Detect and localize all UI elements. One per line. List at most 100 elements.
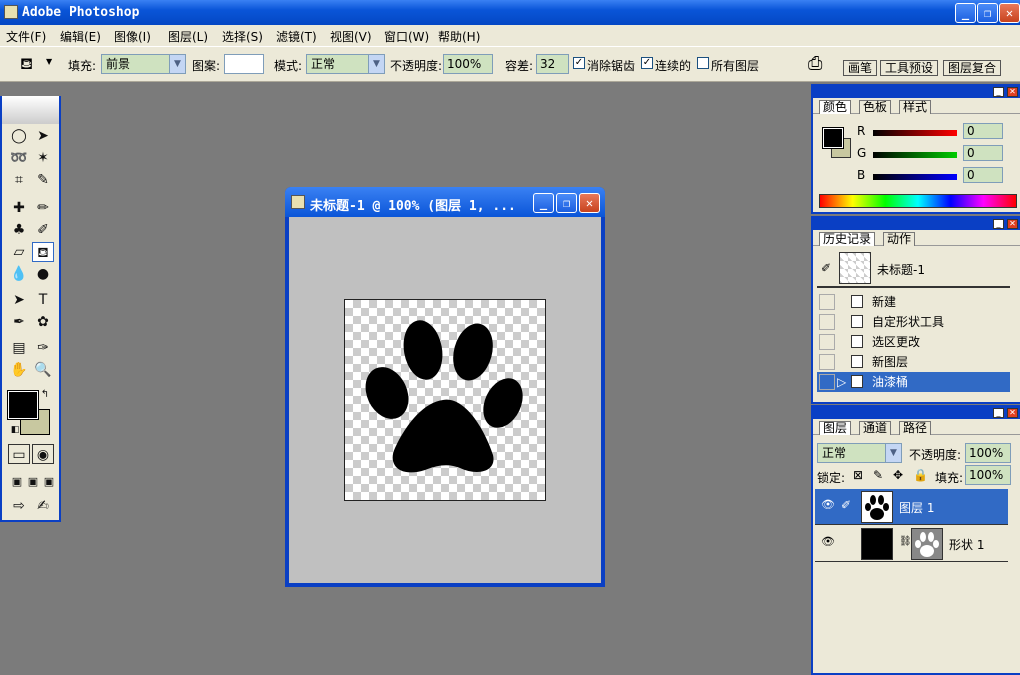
move-tool-icon[interactable]: ➤ bbox=[32, 126, 54, 146]
color-fg-swatch[interactable] bbox=[822, 127, 844, 149]
well-tab-tool-presets[interactable]: 工具预设 bbox=[880, 60, 939, 76]
menu-view[interactable]: 视图(V) bbox=[330, 28, 372, 45]
feather-logo[interactable] bbox=[2, 96, 59, 124]
doc-close-button[interactable]: ✕ bbox=[579, 193, 600, 213]
menu-help[interactable]: 帮助(H) bbox=[438, 28, 480, 45]
marquee-tool-icon[interactable]: ◯ bbox=[8, 126, 30, 146]
paint-bucket-icon[interactable]: ⛾ bbox=[20, 54, 33, 75]
healing-brush-icon[interactable]: ✚ bbox=[8, 198, 30, 218]
pattern-picker[interactable] bbox=[224, 54, 264, 74]
edit-icon[interactable]: ✍ bbox=[32, 496, 54, 516]
minimize-button[interactable]: _ bbox=[955, 3, 976, 23]
type-tool-icon[interactable]: T bbox=[32, 290, 54, 310]
visibility-eye-icon[interactable]: 👁 bbox=[821, 536, 835, 547]
custom-shape-icon[interactable]: ✿ bbox=[32, 312, 54, 332]
eraser-tool-icon[interactable]: ▱ bbox=[8, 242, 30, 262]
tab-actions[interactable]: 动作 bbox=[883, 232, 916, 246]
screen-mode-3-icon[interactable]: ▣ bbox=[38, 472, 60, 492]
tab-paths[interactable]: 路径 bbox=[899, 421, 932, 435]
fill-select[interactable]: 前景 ▼ bbox=[101, 54, 186, 74]
close-button[interactable]: ✕ bbox=[999, 3, 1020, 23]
zoom-tool-icon[interactable]: 🔍 bbox=[32, 360, 54, 380]
lock-all-icon[interactable]: 🔒 bbox=[913, 468, 928, 482]
image-canvas[interactable] bbox=[344, 299, 546, 501]
color-spectrum-bar[interactable] bbox=[819, 194, 1017, 208]
layer-row[interactable]: 👁 ⛓ 形状 1 bbox=[815, 526, 1008, 562]
pen-tool-icon[interactable]: ✒ bbox=[8, 312, 30, 332]
swap-colors-icon[interactable]: ↰ bbox=[34, 385, 56, 405]
channel-g-slider[interactable] bbox=[873, 152, 957, 158]
menu-image[interactable]: 图像(I) bbox=[114, 28, 151, 45]
tab-layers[interactable]: 图层 bbox=[819, 421, 852, 435]
lock-pixels-icon[interactable]: ✎ bbox=[873, 468, 883, 482]
channel-b-input[interactable]: 0 bbox=[963, 167, 1003, 183]
tab-styles[interactable]: 样式 bbox=[899, 100, 932, 114]
channel-g-input[interactable]: 0 bbox=[963, 145, 1003, 161]
tab-swatches[interactable]: 色板 bbox=[859, 100, 892, 114]
panel-minimize-icon[interactable]: _ bbox=[993, 219, 1004, 229]
mode-select[interactable]: 正常 ▼ bbox=[306, 54, 385, 74]
blur-tool-icon[interactable]: 💧 bbox=[8, 264, 30, 284]
panel-close-icon[interactable]: ✕ bbox=[1007, 87, 1018, 97]
lock-transparency-icon[interactable]: ⊠ bbox=[853, 468, 863, 482]
history-item[interactable]: 新图层 bbox=[817, 352, 1010, 372]
well-tab-brushes[interactable]: 画笔 bbox=[843, 60, 878, 76]
menu-file[interactable]: 文件(F) bbox=[6, 28, 46, 45]
channel-r-slider[interactable] bbox=[873, 130, 957, 136]
history-brush-icon[interactable]: ✐ bbox=[32, 220, 54, 240]
jump-to-imageready-icon[interactable]: ⇨ bbox=[8, 496, 30, 516]
quickmask-mode-icon[interactable]: ◉ bbox=[32, 444, 54, 464]
tab-channels[interactable]: 通道 bbox=[859, 421, 892, 435]
paw-thumb-icon bbox=[865, 495, 889, 520]
layer-opacity-input[interactable]: 100% bbox=[965, 443, 1011, 463]
panel-minimize-icon[interactable]: _ bbox=[993, 408, 1004, 418]
crop-tool-icon[interactable]: ⌗ bbox=[8, 170, 30, 190]
antialias-checkbox[interactable]: ✓ bbox=[573, 57, 585, 69]
notes-tool-icon[interactable]: ▤ bbox=[8, 338, 30, 358]
slice-tool-icon[interactable]: ✎ bbox=[32, 170, 54, 190]
panel-close-icon[interactable]: ✕ bbox=[1007, 408, 1018, 418]
history-item[interactable]: 新建 bbox=[817, 292, 1010, 312]
panel-close-icon[interactable]: ✕ bbox=[1007, 219, 1018, 229]
menu-window[interactable]: 窗口(W) bbox=[384, 28, 429, 45]
opacity-input[interactable]: 100% bbox=[443, 54, 493, 74]
menu-layer[interactable]: 图层(L) bbox=[168, 28, 208, 45]
channel-r-input[interactable]: 0 bbox=[963, 123, 1003, 139]
tool-preset-arrow-icon[interactable]: ▼ bbox=[46, 57, 52, 66]
history-item[interactable]: 选区更改 bbox=[817, 332, 1010, 352]
doc-minimize-button[interactable]: _ bbox=[533, 193, 554, 213]
menu-filter[interactable]: 滤镜(T) bbox=[276, 28, 317, 45]
lock-position-icon[interactable]: ✥ bbox=[893, 468, 903, 482]
layer-row-active[interactable]: 👁 ✐ 图层 1 bbox=[815, 489, 1008, 525]
well-tab-layer-comps[interactable]: 图层复合 bbox=[943, 60, 1002, 76]
tolerance-input[interactable]: 32 bbox=[536, 54, 569, 74]
history-item[interactable]: 自定形状工具 bbox=[817, 312, 1010, 332]
history-item-active[interactable]: ▷ 油漆桶 bbox=[817, 372, 1010, 392]
doc-maximize-button[interactable]: ❐ bbox=[556, 193, 577, 213]
paint-bucket-tool-icon[interactable]: ⛾ bbox=[32, 242, 54, 262]
file-browser-icon[interactable]: ⎙ bbox=[808, 53, 822, 74]
eyedropper-icon[interactable]: ✑ bbox=[32, 338, 54, 358]
all-layers-checkbox[interactable] bbox=[697, 57, 709, 69]
tab-history[interactable]: 历史记录 bbox=[819, 232, 876, 246]
hand-tool-icon[interactable]: ✋ bbox=[8, 360, 30, 380]
magic-wand-icon[interactable]: ✶ bbox=[32, 148, 54, 168]
panel-minimize-icon[interactable]: _ bbox=[993, 87, 1004, 97]
visibility-eye-icon[interactable]: 👁 bbox=[821, 499, 835, 510]
contiguous-checkbox[interactable]: ✓ bbox=[641, 57, 653, 69]
menu-edit[interactable]: 编辑(E) bbox=[60, 28, 101, 45]
clone-stamp-icon[interactable]: ♣ bbox=[8, 220, 30, 240]
history-snapshot-row[interactable]: ✐ 未标题-1 bbox=[817, 250, 1010, 288]
lasso-tool-icon[interactable]: ➿ bbox=[8, 148, 30, 168]
standard-mode-icon[interactable]: ▭ bbox=[8, 444, 30, 464]
tab-color[interactable]: 颜色 bbox=[819, 100, 852, 114]
default-colors-icon[interactable]: ◧ bbox=[4, 420, 26, 440]
channel-b-slider[interactable] bbox=[873, 174, 957, 180]
dodge-tool-icon[interactable]: ● bbox=[32, 264, 54, 284]
menu-select[interactable]: 选择(S) bbox=[222, 28, 263, 45]
blend-mode-select[interactable]: 正常 ▼ bbox=[817, 443, 902, 463]
layer-fill-input[interactable]: 100% bbox=[965, 465, 1011, 485]
path-select-icon[interactable]: ➤ bbox=[8, 290, 30, 310]
restore-button[interactable]: ❐ bbox=[977, 3, 998, 23]
brush-tool-icon[interactable]: ✏ bbox=[32, 198, 54, 218]
